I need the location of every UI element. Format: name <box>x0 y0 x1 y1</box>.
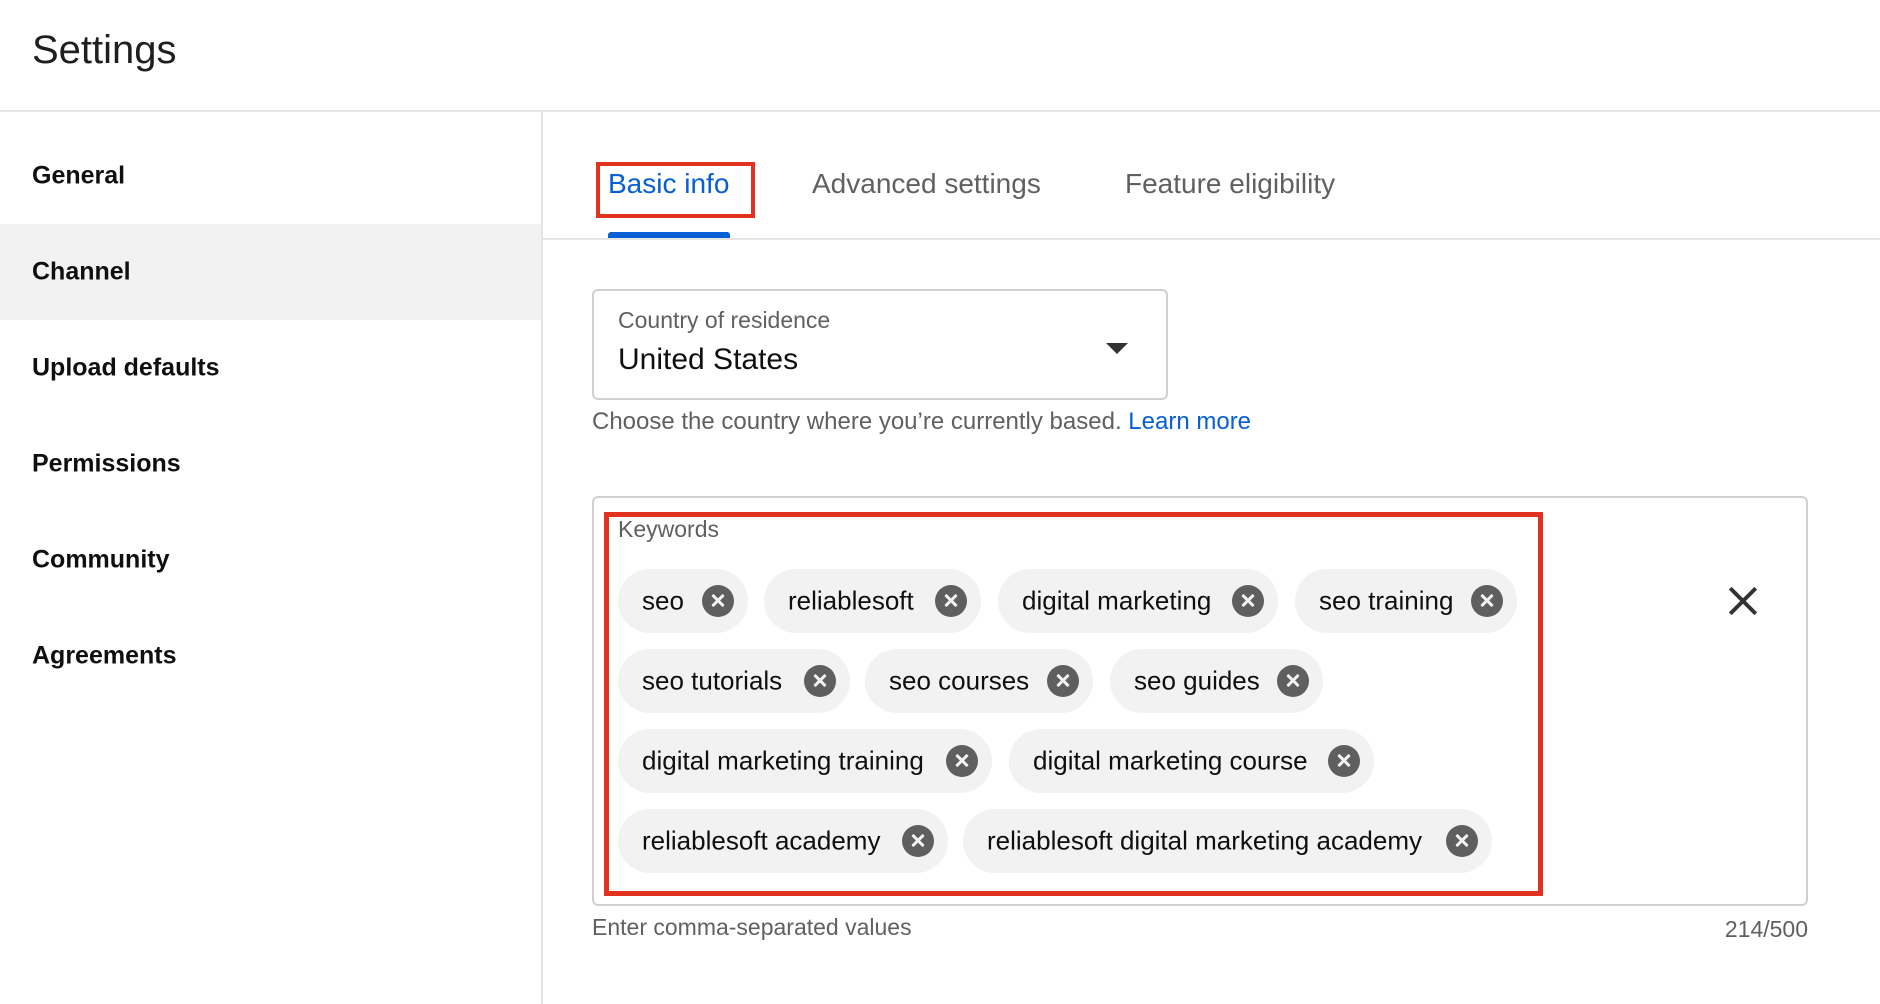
sidebar-item-label: Permissions <box>32 449 181 478</box>
keyword-chip-label: seo courses <box>889 665 1030 696</box>
sidebar-item-permissions[interactable]: Permissions <box>0 416 541 512</box>
page-title: Settings <box>32 28 177 72</box>
sidebar-item-label: Community <box>32 545 170 574</box>
sidebar-item-label: General <box>32 161 126 190</box>
chip-remove-icon[interactable] <box>1232 585 1264 617</box>
clear-icon[interactable] <box>1726 584 1760 618</box>
keyword-chip-label: digital marketing training <box>642 745 924 776</box>
keyword-chip: seo <box>618 569 748 633</box>
keyword-chip-label: reliablesoft digital marketing academy <box>987 825 1422 856</box>
country-helper: Choose the country where you’re currentl… <box>592 408 1251 436</box>
keywords-hint: Enter comma-separated values <box>592 914 912 940</box>
keyword-chip-label: digital marketing <box>1022 585 1212 616</box>
sidebar-item-channel[interactable]: Channel <box>0 224 541 320</box>
chip-remove-icon[interactable] <box>1328 745 1360 777</box>
keyword-chip: seo training <box>1295 569 1517 633</box>
country-helper-text: Choose the country where you’re currentl… <box>592 408 1122 435</box>
keyword-chip: digital marketing course <box>1009 729 1374 793</box>
chip-remove-icon[interactable] <box>702 585 734 617</box>
keywords-char-count: 214/500 <box>1724 916 1808 942</box>
sidebar-item-label: Agreements <box>32 641 177 670</box>
country-value: United States <box>618 343 799 376</box>
keyword-chip: reliablesoft academy <box>618 809 948 873</box>
chip-remove-icon[interactable] <box>1471 585 1503 617</box>
keyword-chip: seo tutorials <box>618 649 850 713</box>
sidebar-item-community[interactable]: Community <box>0 512 541 608</box>
chip-remove-icon[interactable] <box>935 585 967 617</box>
chip-remove-icon[interactable] <box>804 665 836 697</box>
caret-down-icon <box>1106 343 1128 354</box>
tab-advanced-settings[interactable]: Advanced settings <box>812 156 1041 212</box>
sidebar-item-agreements[interactable]: Agreements <box>0 608 541 704</box>
chip-remove-icon[interactable] <box>902 825 934 857</box>
sidebar-item-label: Upload defaults <box>32 353 220 382</box>
country-select[interactable]: Country of residence United States <box>592 289 1168 400</box>
learn-more-link[interactable]: Learn more <box>1128 408 1251 435</box>
keyword-chip: reliablesoft digital marketing academy <box>963 809 1492 873</box>
keyword-chip: reliablesoft <box>764 569 981 633</box>
active-tab-indicator <box>608 232 730 238</box>
keyword-chip: seo courses <box>865 649 1093 713</box>
keyword-chip-label: reliablesoft <box>788 585 914 616</box>
chip-remove-icon[interactable] <box>1446 825 1478 857</box>
sidebar-item-upload-defaults[interactable]: Upload defaults <box>0 320 541 416</box>
keyword-chip: seo guides <box>1110 649 1323 713</box>
header: Settings <box>0 0 1880 112</box>
sidebar: General Channel Upload defaults Permissi… <box>0 112 543 1004</box>
keyword-chip-label: reliablesoft academy <box>642 825 881 856</box>
sidebar-item-label: Channel <box>32 257 131 286</box>
tab-feature-eligibility[interactable]: Feature eligibility <box>1125 156 1335 212</box>
keywords-label: Keywords <box>618 516 719 542</box>
keyword-chip: digital marketing training <box>618 729 992 793</box>
chip-remove-icon[interactable] <box>946 745 978 777</box>
keyword-chip: digital marketing <box>998 569 1278 633</box>
country-label: Country of residence <box>618 307 831 333</box>
keyword-chip-label: seo guides <box>1134 665 1260 696</box>
tab-highlight-box <box>596 162 755 218</box>
keyword-chip-label: digital marketing course <box>1033 745 1308 776</box>
keyword-chip-label: seo tutorials <box>642 665 783 696</box>
keyword-chip-label: seo <box>642 585 684 616</box>
sidebar-item-general[interactable]: General <box>0 128 541 224</box>
keyword-chip-label: seo training <box>1319 585 1454 616</box>
chip-remove-icon[interactable] <box>1277 665 1309 697</box>
chip-remove-icon[interactable] <box>1047 665 1079 697</box>
